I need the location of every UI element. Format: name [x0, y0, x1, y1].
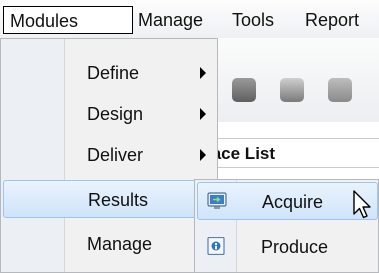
submenu-arrow-icon [200, 108, 206, 120]
menu-item-label: Define [87, 63, 140, 83]
panel-header: lace List [192, 138, 379, 168]
mouse-pointer-icon [353, 190, 371, 219]
menu-modules[interactable]: Modules [3, 6, 133, 34]
produce-icon [207, 237, 225, 255]
menu-item-label: Manage [87, 234, 153, 254]
menu-manage[interactable]: Manage [138, 6, 203, 34]
menu-tools[interactable]: Tools [232, 6, 274, 34]
menu-item-label: Design [87, 104, 144, 124]
toolbar-save-icon[interactable] [280, 78, 304, 102]
menu-item-label: Deliver [87, 145, 144, 165]
menu-item-deliver[interactable]: Deliver [3, 136, 215, 174]
menu-report[interactable]: Report [305, 6, 359, 34]
menu-item-design[interactable]: Design [3, 95, 215, 133]
submenu-arrow-icon [200, 149, 206, 161]
acquire-icon [207, 192, 227, 209]
toolbar [192, 38, 379, 122]
menu-bar: Modules Manage Tools Report [0, 0, 379, 39]
submenu-arrow-icon [200, 67, 206, 79]
menu-item-manage[interactable]: Manage [3, 225, 215, 263]
toolbar-new-icon[interactable] [232, 78, 256, 102]
submenu-item-acquire[interactable]: Acquire [197, 182, 378, 220]
modules-dropdown: Define Design Deliver Results Manage [0, 38, 218, 273]
menu-item-define[interactable]: Define [3, 54, 215, 92]
submenu-item-produce[interactable]: Produce [197, 228, 378, 266]
submenu-item-label: Acquire [262, 192, 324, 212]
toolbar-print-icon[interactable] [328, 78, 352, 102]
submenu-item-label: Produce [261, 237, 329, 257]
menu-item-label: Results [88, 190, 149, 210]
menu-item-results[interactable]: Results [3, 180, 215, 218]
